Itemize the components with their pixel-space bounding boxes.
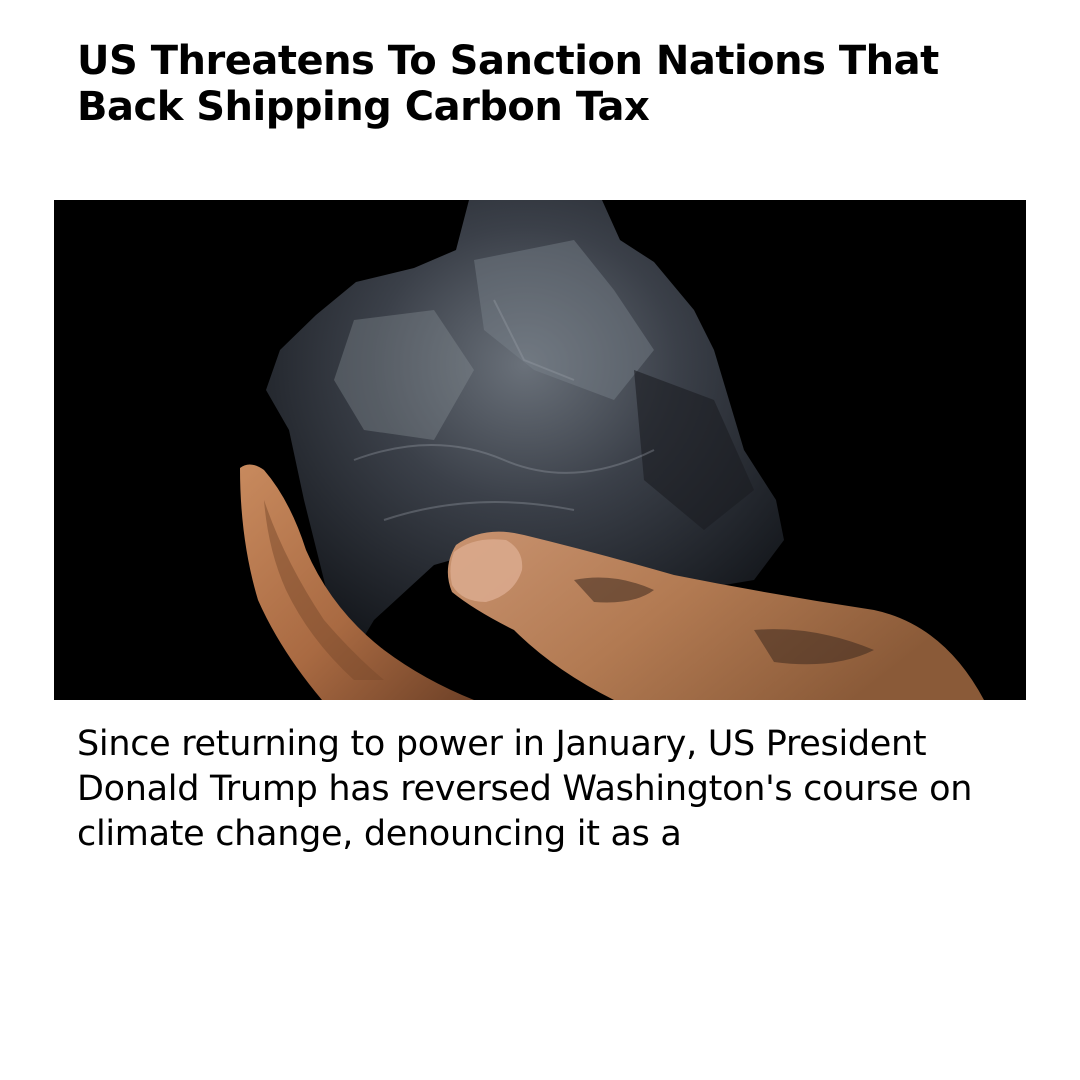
article-photo[interactable]	[54, 200, 1026, 700]
coal-in-hand-image	[54, 200, 1026, 700]
article-headline[interactable]: US Threatens To Sanction Nations That Ba…	[77, 38, 1007, 130]
article-summary: Since returning to power in January, US …	[77, 724, 973, 854]
